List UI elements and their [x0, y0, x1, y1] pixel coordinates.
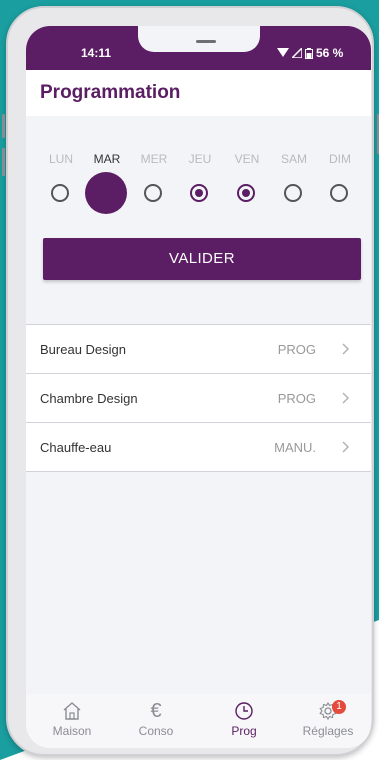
device-list: Bureau Design PROG Chambre Design PROG C…	[26, 324, 371, 472]
chevron-right-icon	[342, 343, 350, 355]
day-label: LUN	[48, 152, 73, 166]
device-mode: PROG	[277, 391, 316, 406]
device-row-bureau[interactable]: Bureau Design PROG	[26, 325, 371, 374]
side-button-left	[2, 114, 5, 138]
battery-icon	[305, 47, 313, 59]
nav-label: Réglages	[302, 724, 354, 738]
device-row-chauffe-eau[interactable]: Chauffe-eau MANU.	[26, 423, 371, 472]
nav-label: Maison	[52, 724, 92, 738]
day-selector: LUN MAR MER JEU VEN SAM DIM	[26, 116, 371, 316]
device-row-chambre[interactable]: Chambre Design PROG	[26, 374, 371, 423]
day-label: DIM	[329, 152, 351, 166]
app-screen: 14:11 56 % Programmation LUN MAR MER JEU…	[26, 26, 371, 748]
bottom-navigation: Maison € Conso Prog 1 Réglages	[26, 694, 371, 748]
speaker-grille	[196, 40, 216, 43]
nav-prog[interactable]: Prog	[204, 700, 284, 738]
signal-icon	[292, 48, 302, 58]
day-radio[interactable]	[284, 184, 302, 202]
day-radio[interactable]	[51, 184, 69, 202]
camera-notch	[138, 26, 260, 52]
status-time: 14:11	[81, 46, 112, 60]
nav-conso[interactable]: € Conso	[116, 700, 196, 738]
side-button-left-2	[2, 148, 5, 176]
nav-maison[interactable]: Maison	[32, 700, 112, 738]
notification-badge: 1	[332, 700, 346, 714]
chevron-right-icon	[342, 392, 350, 404]
device-mode: MANU.	[274, 440, 316, 455]
day-radio[interactable]	[144, 184, 162, 202]
day-radio[interactable]	[330, 184, 348, 202]
device-mode: PROG	[277, 342, 316, 357]
day-label: JEU	[188, 152, 212, 166]
day-radio-today[interactable]	[85, 172, 127, 214]
day-label: VEN	[234, 152, 260, 166]
phone-frame: 14:11 56 % Programmation LUN MAR MER JEU…	[2, 6, 379, 756]
nav-label: Prog	[231, 724, 257, 738]
day-label: MAR	[93, 152, 121, 166]
device-name: Bureau Design	[40, 342, 126, 357]
day-radio-checked[interactable]	[237, 184, 255, 202]
day-label: MER	[140, 152, 168, 166]
device-name: Chauffe-eau	[40, 440, 112, 455]
status-icons: 56 %	[277, 46, 343, 60]
device-name: Chambre Design	[40, 391, 138, 406]
page-header: Programmation	[26, 70, 371, 116]
day-radio-checked[interactable]	[190, 184, 208, 202]
nav-reglages[interactable]: 1 Réglages	[288, 700, 368, 738]
wifi-icon	[277, 48, 289, 57]
day-label: SAM	[280, 152, 307, 166]
battery-level: 56 %	[316, 46, 344, 60]
euro-icon: €	[150, 700, 162, 722]
validate-button[interactable]: VALIDER	[43, 238, 361, 280]
clock-icon	[235, 702, 253, 720]
page-title: Programmation	[40, 82, 181, 103]
chevron-right-icon	[342, 441, 350, 453]
home-icon	[63, 702, 81, 720]
nav-label: Conso	[138, 724, 174, 738]
